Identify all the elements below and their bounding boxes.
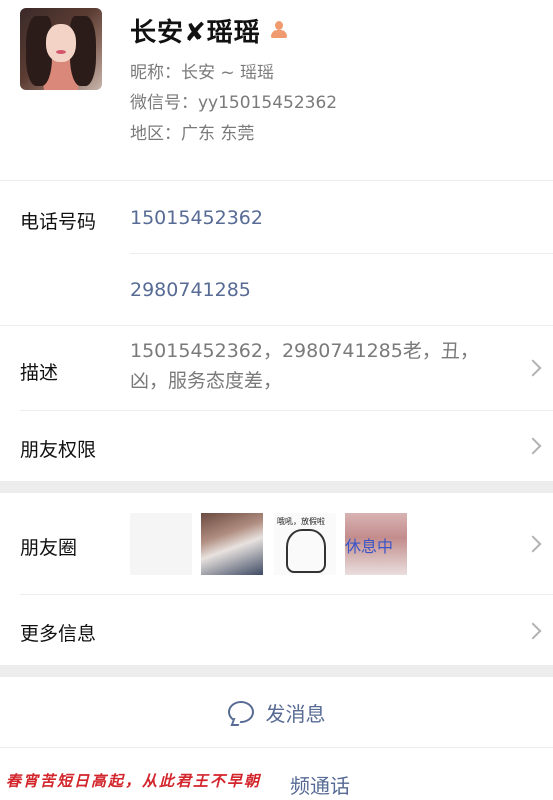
friend-permissions-row[interactable]: 朋友权限 <box>0 411 553 481</box>
chevron-right-icon <box>524 359 542 377</box>
wechat-id-line: 微信号：yy15015452362 <box>130 88 337 113</box>
section-gap <box>0 481 553 493</box>
video-call-button[interactable]: 频通话 <box>290 770 350 799</box>
chevron-right-icon <box>524 437 542 455</box>
description-label: 描述 <box>20 362 59 384</box>
nickname-value: 长安 ~ 瑶瑶 <box>181 63 275 83</box>
wechat-id-value: yy15015452362 <box>198 93 338 113</box>
phone-number-1[interactable]: 15015452362 <box>130 207 263 229</box>
region-value: 广东 东莞 <box>181 124 255 144</box>
send-message-button[interactable]: 发消息 <box>0 677 553 747</box>
chat-bubble-icon <box>227 701 254 723</box>
region-label: 地区： <box>130 124 181 144</box>
avatar[interactable] <box>20 8 102 90</box>
thumbnail-text: 休息中 <box>345 537 394 556</box>
phone-label: 电话号码 <box>20 211 97 233</box>
avatar-lips <box>56 50 66 54</box>
moments-thumbnail-4: 休息中 <box>345 513 407 575</box>
moments-thumbnail-3: 哦吼，放假啦 <box>274 513 336 575</box>
moments-label: 朋友圈 <box>20 537 78 559</box>
nickname-label: 昵称： <box>130 63 181 83</box>
more-info-label: 更多信息 <box>20 623 97 645</box>
nickname-line: 昵称：长安 ~ 瑶瑶 <box>130 58 274 83</box>
moments-thumbnail-1 <box>130 513 192 575</box>
description-text: 15015452362，2980741285老，丑，凶，服务态度差， <box>130 340 479 392</box>
send-message-label: 发消息 <box>265 701 326 726</box>
phone-row: 电话号码 15015452362 2980741285 <box>0 181 553 325</box>
phone-divider <box>130 253 553 254</box>
phone-number-2[interactable]: 2980741285 <box>130 279 251 301</box>
name-row: 长安✘瑶瑶 <box>130 12 289 48</box>
profile-header: 长安✘瑶瑶 昵称：长安 ~ 瑶瑶 微信号：yy15015452362 地区：广东… <box>0 0 553 180</box>
more-info-row[interactable]: 更多信息 <box>0 595 553 665</box>
profile-name: 长安✘瑶瑶 <box>130 17 261 48</box>
chevron-right-icon <box>524 535 542 553</box>
friend-permissions-label: 朋友权限 <box>20 439 97 461</box>
thumbnail-caption: 哦吼，放假啦 <box>277 517 325 526</box>
section-gap-2 <box>0 665 553 677</box>
region-line: 地区：广东 东莞 <box>130 119 254 144</box>
gender-female-icon <box>269 20 289 40</box>
avatar-face <box>46 24 76 62</box>
watermark-text: 春宵苦短日高起，从此君王不早朝 <box>6 772 262 790</box>
action-divider <box>0 747 553 748</box>
chevron-right-icon <box>524 622 542 640</box>
wechat-id-label: 微信号： <box>130 93 198 113</box>
cartoon-figure <box>286 529 326 573</box>
moments-thumbnail-2 <box>201 513 263 575</box>
